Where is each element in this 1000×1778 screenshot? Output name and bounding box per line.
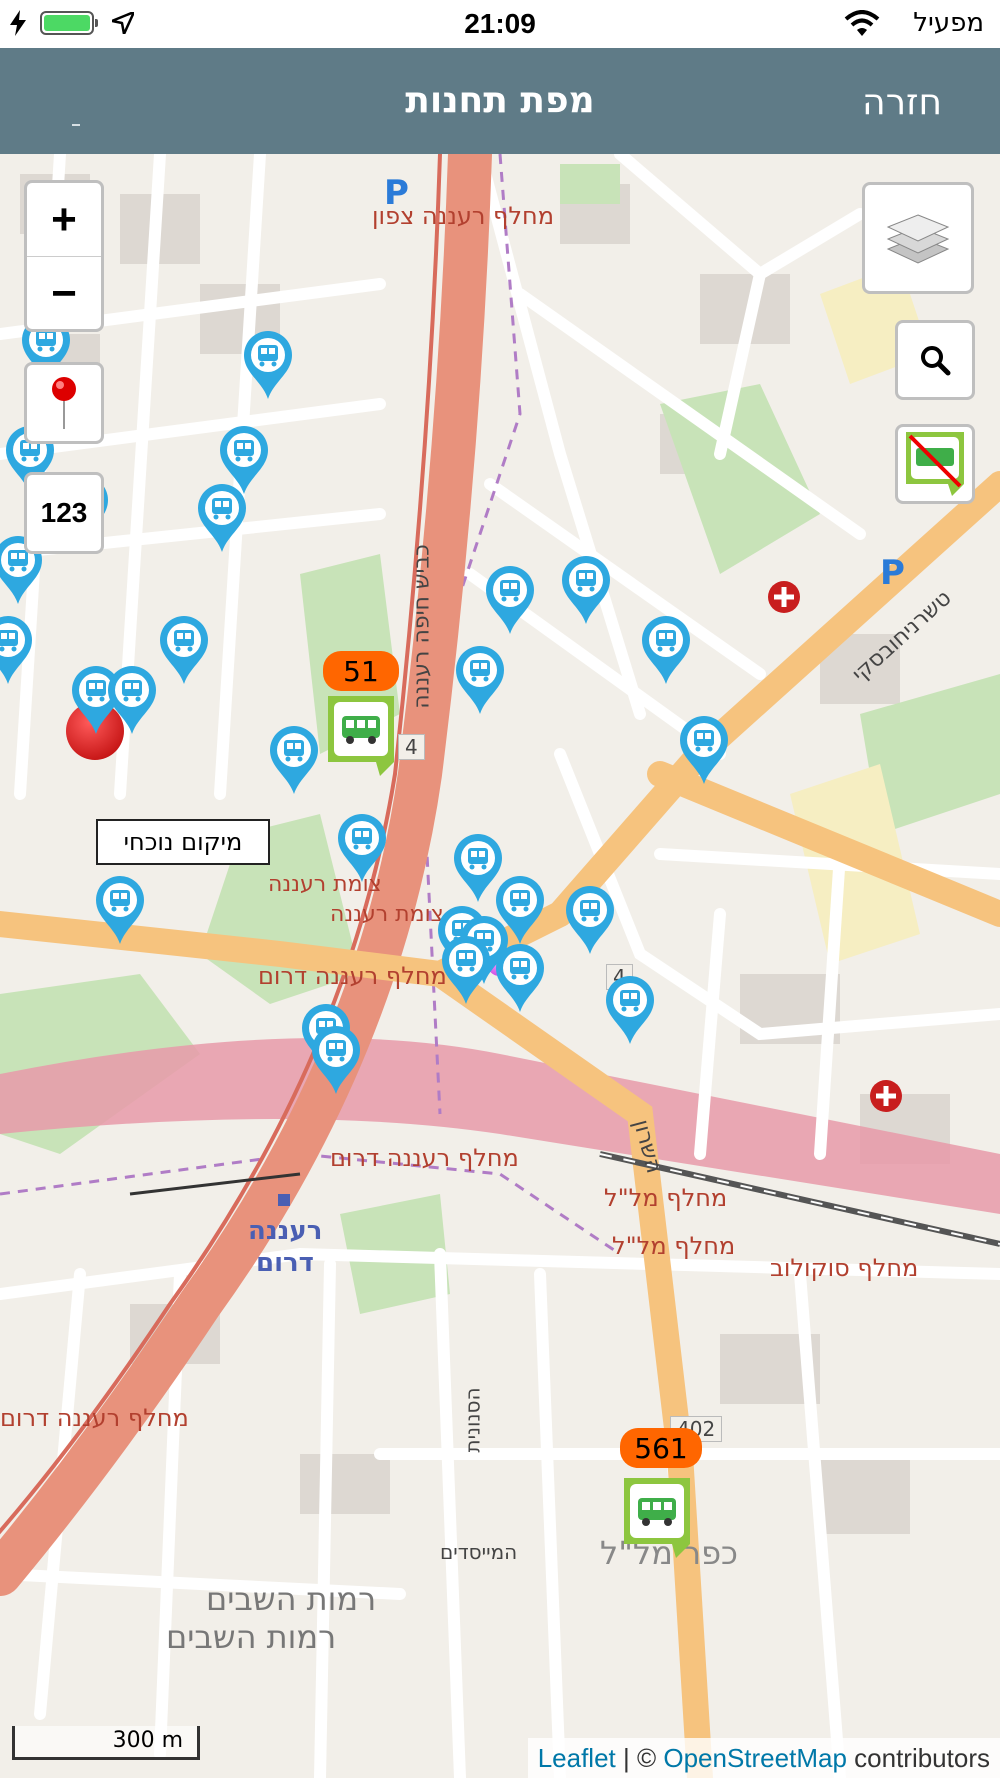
map-label: רמות השבים xyxy=(166,1618,337,1656)
bus-stop-marker[interactable] xyxy=(440,934,492,1006)
current-location-tooltip: מיקום נוכחי xyxy=(96,819,270,865)
zoom-control: + − xyxy=(24,180,104,332)
bus-line-badge[interactable]: 561 xyxy=(620,1428,702,1468)
stop-numbers-button[interactable]: 123 xyxy=(24,472,104,554)
bus-line-badge[interactable]: 51 xyxy=(323,651,399,691)
bus-stop-marker[interactable] xyxy=(106,664,158,736)
attribution-contributors: contributors xyxy=(846,1743,990,1773)
map-label: רעננה xyxy=(248,1216,323,1246)
map-label: מחלף רעננה דרום xyxy=(258,962,447,990)
bus-stop-marker[interactable] xyxy=(310,1024,362,1096)
map-label: כביש חיפה רעננה xyxy=(409,544,435,709)
map-label: מחלף רעננה דרום xyxy=(330,1144,519,1172)
bus-stop-marker[interactable] xyxy=(494,942,546,1014)
bus-stop-marker[interactable] xyxy=(0,614,34,686)
wifi-icon xyxy=(844,10,880,36)
status-bar: 21:09 מפעיל xyxy=(0,0,1000,48)
hide-bus-icon xyxy=(906,432,964,496)
location-pin-icon xyxy=(52,377,76,429)
bus-stop-marker[interactable] xyxy=(560,554,612,626)
layers-button[interactable] xyxy=(862,182,974,294)
carrier-name: מפעיל xyxy=(913,8,984,38)
bus-stop-marker[interactable] xyxy=(158,614,210,686)
bus-stop-marker[interactable] xyxy=(454,644,506,716)
map-label: 4 xyxy=(398,734,425,760)
osm-link[interactable]: OpenStreetMap xyxy=(663,1743,847,1773)
map-attribution: Leaflet | © OpenStreetMap contributors xyxy=(527,1738,1000,1778)
map-label: הסנונית xyxy=(460,1387,485,1453)
locate-button[interactable] xyxy=(24,362,104,444)
bus-icon[interactable] xyxy=(324,692,398,776)
map-label: המייסדים xyxy=(440,1540,518,1564)
map-label: מחלף רעננה דרום xyxy=(0,1404,189,1432)
bus-stop-marker[interactable] xyxy=(242,329,294,401)
map-label: דרום xyxy=(256,1248,314,1278)
bus-stop-marker[interactable] xyxy=(196,482,248,554)
layers-icon xyxy=(886,214,950,264)
search-button[interactable] xyxy=(895,320,975,400)
map-label: מחלף רעננה צפון xyxy=(372,202,555,230)
map-scale: 300 m xyxy=(12,1726,200,1760)
bus-stop-marker[interactable] xyxy=(604,974,656,1046)
map-label: מחלף מל"ל xyxy=(612,1232,736,1260)
search-icon xyxy=(921,346,951,376)
zoom-in-button[interactable]: + xyxy=(27,183,101,256)
attribution-separator: | © xyxy=(615,1743,664,1773)
bus-stop-marker[interactable] xyxy=(336,812,388,884)
stations-map[interactable]: P P מחלף רעננה צפון כביש חיפה רעננה צומת… xyxy=(0,154,1000,1778)
divider xyxy=(72,124,80,126)
bus-icon[interactable] xyxy=(620,1474,694,1558)
bus-stop-marker[interactable] xyxy=(564,884,616,956)
map-label: צומת רעננה xyxy=(330,902,444,927)
map-label: מחלף מל"ל xyxy=(604,1184,728,1212)
svg-text:P: P xyxy=(880,553,905,593)
bus-stop-marker[interactable] xyxy=(94,874,146,946)
bus-stop-marker[interactable] xyxy=(484,564,536,636)
bus-stop-marker[interactable] xyxy=(268,724,320,796)
bus-stop-marker[interactable] xyxy=(678,714,730,786)
leaflet-link[interactable]: Leaflet xyxy=(538,1743,616,1773)
map-label: מחלף סוקולוב xyxy=(770,1254,919,1282)
map-label: רמות השבים xyxy=(206,1580,377,1618)
bus-stop-marker[interactable] xyxy=(640,614,692,686)
back-button[interactable]: חזרה xyxy=(862,82,942,123)
nav-bar: מפת תחנות חזרה xyxy=(0,48,1000,154)
toggle-bus-layer-button[interactable] xyxy=(895,424,975,504)
page-title: מפת תחנות xyxy=(405,80,595,121)
zoom-out-button[interactable]: − xyxy=(27,256,101,330)
